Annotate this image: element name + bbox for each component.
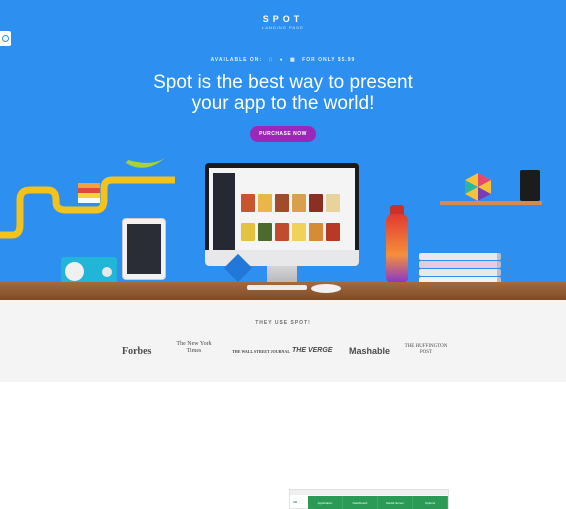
available-label: AVAILABLE ON: <box>210 57 263 63</box>
partner-logo-forbes[interactable]: Forbes <box>122 346 151 357</box>
tablet-illustration <box>122 218 166 280</box>
settings-tab[interactable] <box>0 31 11 46</box>
preview-topbar <box>290 490 448 495</box>
purchase-button[interactable]: PURCHASE NOW <box>250 126 316 142</box>
android-icon[interactable]: ● <box>280 57 284 63</box>
price-label: FOR ONLY $5.99 <box>298 57 354 63</box>
color-blocks-illustration <box>78 183 100 203</box>
keyboard-illustration <box>247 285 307 290</box>
hero-section: SPOT LANDING PAGE AVAILABLE ON:  ● ▦ FO… <box>0 0 566 300</box>
bottle-illustration <box>386 214 408 282</box>
partner-logo-wsj[interactable]: THE WALL STREET JOURNAL <box>232 349 290 354</box>
preview-nav-options[interactable]: Options <box>413 496 448 509</box>
app-preview: XD Application Dashboard Media Server Op… <box>289 489 449 509</box>
partner-logo-nyt[interactable]: The New York Times <box>176 341 212 355</box>
imac-screen <box>209 168 355 255</box>
partner-logo-huffington[interactable]: THE HUFFINGTON POST <box>404 344 448 356</box>
partner-logo-mashable[interactable]: Mashable <box>349 346 390 356</box>
speaker-illustration <box>520 170 540 201</box>
preview-nav: Application Dashboard Media Server Optio… <box>308 496 448 509</box>
mouse-illustration <box>311 284 341 293</box>
hero-headline: Spot is the best way to present your app… <box>0 72 566 114</box>
preview-nav-media-server[interactable]: Media Server <box>378 496 413 509</box>
brand-tagline: LANDING PAGE <box>262 25 304 30</box>
banana-illustration <box>126 157 166 168</box>
availability-line: AVAILABLE ON:  ● ▦ FOR ONLY $5.99 <box>0 57 566 63</box>
partner-logo-verge[interactable]: THE VERGE <box>292 347 332 354</box>
preview-nav-dashboard[interactable]: Dashboard <box>343 496 378 509</box>
windows-icon[interactable]: ▦ <box>290 57 296 63</box>
apple-icon[interactable]:  <box>268 57 273 63</box>
brand-logo[interactable]: SPOT <box>0 14 566 24</box>
app-sidebar <box>213 173 235 255</box>
target-icon <box>2 35 9 42</box>
imac-stand <box>267 266 297 282</box>
partners-section: THEY USE SPOT! Forbes The New York Times… <box>0 300 566 382</box>
headline-line-2: your app to the world! <box>191 93 375 114</box>
geometric-cube-illustration <box>465 173 491 201</box>
partners-title: THEY USE SPOT! <box>255 320 311 326</box>
preview-brand: XD <box>293 500 298 504</box>
preview-nav-application[interactable]: Application <box>308 496 343 509</box>
headline-line-1: Spot is the best way to present <box>153 72 413 93</box>
tablet-screen <box>127 224 161 274</box>
